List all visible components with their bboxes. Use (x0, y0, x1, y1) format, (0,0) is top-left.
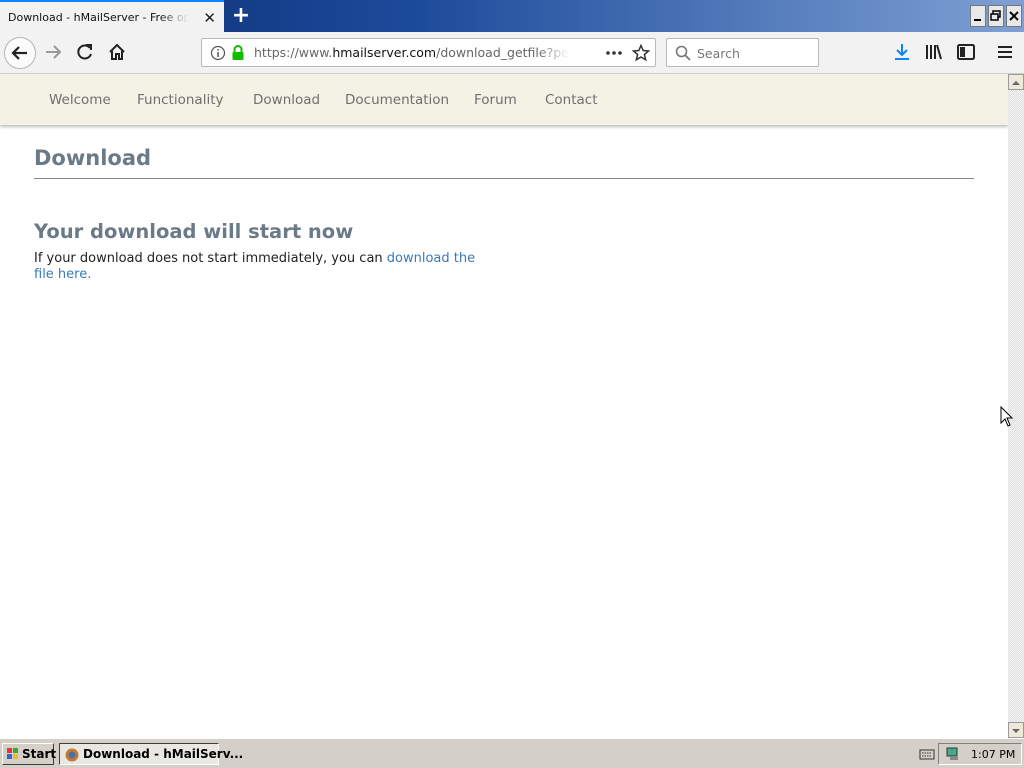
sidebar-icon[interactable] (956, 42, 976, 62)
start-button[interactable]: Start (2, 743, 57, 765)
page-title: Download (34, 146, 152, 170)
scroll-up-icon (1012, 81, 1020, 85)
downloads-icon[interactable] (892, 42, 912, 62)
browser-app-icon (65, 748, 79, 762)
close-icon (1009, 11, 1019, 21)
home-icon[interactable] (107, 42, 127, 62)
lock-icon[interactable] (230, 44, 246, 62)
browser-toolbar: https://www.hmailserver.com/download_get… (0, 32, 1024, 74)
scroll-down-button[interactable] (1008, 722, 1024, 738)
reload-icon[interactable] (75, 42, 95, 62)
search-placeholder: Search (697, 46, 740, 61)
download-heading: Your download will start now (34, 220, 354, 243)
taskbar-item-browser[interactable]: Download - hMailServ... (59, 743, 243, 765)
download-message: If your download does not start immediat… (34, 251, 494, 283)
nav-documentation[interactable]: Documentation (345, 92, 449, 108)
download-message-text: If your download does not start immediat… (34, 251, 387, 266)
windows-logo-icon (7, 748, 18, 759)
title-divider (34, 178, 974, 179)
start-label: Start (22, 747, 57, 761)
tab-title: Download - hMailServer - Free open sourc… (8, 11, 188, 24)
tab-active[interactable]: Download - hMailServer - Free open sourc… (0, 0, 224, 33)
tab-close-icon[interactable]: ✕ (203, 9, 216, 27)
nav-functionality[interactable]: Functionality (137, 92, 223, 108)
nav-forum[interactable]: Forum (474, 92, 517, 108)
restore-icon (990, 10, 1001, 21)
page-content: Welcome Functionality Download Documenta… (0, 74, 1008, 738)
restore-button[interactable] (988, 5, 1004, 27)
nav-contact[interactable]: Contact (545, 92, 598, 108)
system-tray: 1:07 PM (919, 743, 1022, 765)
nav-welcome[interactable]: Welcome (49, 92, 111, 108)
keyboard-icon[interactable] (919, 747, 935, 761)
new-tab-button[interactable]: + (230, 3, 252, 28)
search-input[interactable]: Search (666, 38, 819, 67)
network-icon[interactable] (945, 746, 961, 762)
search-icon (675, 45, 691, 61)
page-actions-icon[interactable] (604, 47, 624, 59)
close-window-button[interactable] (1006, 5, 1022, 27)
library-icon[interactable] (924, 42, 944, 62)
clock: 1:07 PM (971, 748, 1016, 761)
back-button[interactable] (4, 37, 36, 69)
scroll-up-button[interactable] (1008, 74, 1024, 90)
menu-icon[interactable] (995, 42, 1015, 62)
bookmark-star-icon[interactable] (632, 44, 650, 62)
minimize-icon (974, 19, 981, 21)
mouse-cursor-icon (1000, 406, 1014, 427)
scroll-down-icon (1012, 729, 1020, 733)
nav-download[interactable]: Download (253, 92, 320, 108)
title-bar: Download - hMailServer - Free open sourc… (0, 0, 1024, 33)
forward-arrow-icon[interactable] (43, 42, 63, 62)
url-text[interactable]: https://www.hmailserver.com/download_get… (254, 45, 569, 60)
minimize-button[interactable] (970, 5, 986, 27)
url-bar[interactable]: https://www.hmailserver.com/download_get… (201, 38, 656, 67)
taskbar-item-label: Download - hMailServ... (83, 747, 244, 761)
back-arrow-icon (11, 46, 27, 60)
taskbar: Start Download - hMailServ... 1:07 PM (0, 738, 1024, 768)
site-nav: Welcome Functionality Download Documenta… (0, 74, 1008, 125)
info-icon[interactable] (210, 45, 226, 61)
